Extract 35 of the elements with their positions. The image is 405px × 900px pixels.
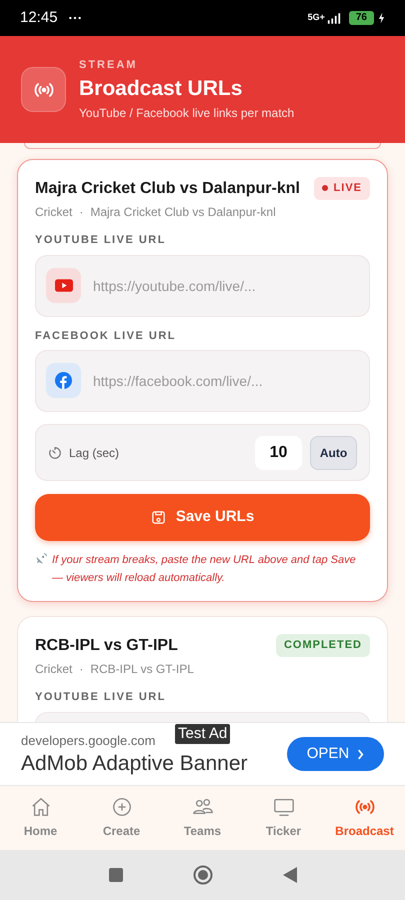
clock: 12:45 bbox=[20, 8, 58, 28]
match-title: Majra Cricket Club vs Dalanpur-knl bbox=[35, 179, 301, 199]
url-field[interactable]: https://facebook.com/live/... bbox=[35, 350, 370, 412]
status-badge: LIVE bbox=[314, 177, 370, 200]
save-button[interactable]: Save URLs bbox=[35, 494, 370, 541]
header-eyebrow: STREAM bbox=[79, 58, 138, 74]
separator-dot: · bbox=[79, 204, 84, 221]
ad-domain: developers.google.com bbox=[21, 732, 156, 750]
field-label: FACEBOOK LIVE URL bbox=[35, 328, 178, 344]
match-subtitle: Majra Cricket Club vs Dalanpur-knl bbox=[90, 204, 276, 221]
field-label: YOUTUBE LIVE URL bbox=[35, 233, 167, 248]
url-field[interactable]: https://youtube.com/live/... bbox=[35, 254, 370, 316]
lag-label: Lag (sec) bbox=[69, 444, 120, 462]
nav-tab[interactable]: Broadcast bbox=[324, 786, 405, 850]
nav-tab[interactable]: Teams bbox=[162, 786, 243, 850]
nav-tab[interactable]: Ticker bbox=[243, 786, 324, 850]
battery-icon: 76 bbox=[348, 11, 374, 25]
status-badge: COMPLETED bbox=[276, 634, 370, 656]
auto-button[interactable]: Auto bbox=[310, 436, 357, 470]
match-subtitle: RCB-IPL vs GT-IPL bbox=[90, 661, 194, 678]
nav-tab[interactable]: Home bbox=[0, 786, 81, 850]
match-title: RCB-IPL vs GT-IPL bbox=[35, 636, 179, 656]
ad-title: AdMob Adaptive Banner bbox=[21, 750, 248, 777]
nav-tab[interactable]: Create bbox=[81, 786, 162, 850]
sport-label: Cricket bbox=[35, 661, 72, 678]
network-label: 5G+ bbox=[308, 11, 325, 24]
separator-dot: · bbox=[79, 661, 84, 678]
header-subtitle: YouTube / Facebook live links per match bbox=[79, 104, 294, 122]
open-button[interactable]: OPEN bbox=[287, 737, 384, 771]
sport-label: Cricket bbox=[35, 204, 72, 221]
lag-input[interactable]: 10 bbox=[255, 436, 302, 470]
field-label: YOUTUBE LIVE URL bbox=[35, 690, 167, 705]
header-title: Broadcast URLs bbox=[79, 76, 244, 102]
stream-note: If your stream breaks, paste the new URL above and tap Save — viewers will reload automatically. bbox=[52, 553, 357, 586]
ad-badge: Test Ad bbox=[175, 724, 230, 744]
